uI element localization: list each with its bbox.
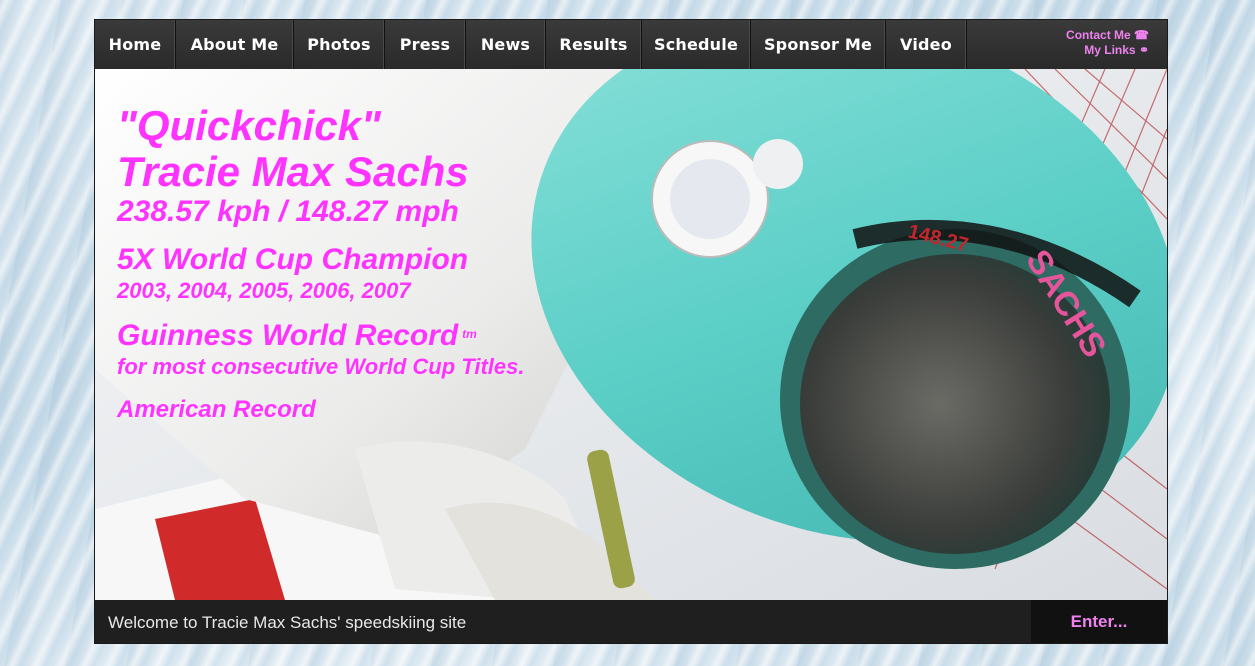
- my-links-label: My Links: [1084, 43, 1136, 57]
- nav-sponsor-me[interactable]: Sponsor Me: [751, 20, 886, 69]
- guinness-description: for most consecutive World Cup Titles.: [117, 354, 525, 379]
- my-links-link[interactable]: My Links ⚭: [1066, 43, 1149, 58]
- nav-about-me[interactable]: About Me: [176, 20, 294, 69]
- welcome-text: Welcome to Tracie Max Sachs' speedskiing…: [108, 613, 467, 632]
- nav-video[interactable]: Video: [886, 20, 967, 69]
- guinness-title: Guinness World Record tm: [117, 319, 524, 353]
- hero-headline: "Quickchick" Tracie Max Sachs 238.57 kph…: [117, 103, 524, 425]
- link-icon: ⚭: [1138, 43, 1149, 57]
- main-nav: Home About Me Photos Press News Results …: [95, 20, 1167, 69]
- champion-years: 2003, 2004, 2005, 2006, 2007: [117, 278, 411, 303]
- site-frame: Home About Me Photos Press News Results …: [94, 19, 1168, 644]
- nav-photos[interactable]: Photos: [294, 20, 385, 69]
- athlete-name: Tracie Max Sachs: [117, 148, 469, 195]
- nav-press[interactable]: Press: [385, 20, 466, 69]
- nav-schedule[interactable]: Schedule: [642, 20, 751, 69]
- trademark-mark: tm: [462, 327, 477, 341]
- nav-contact-links: Contact Me ☎ My Links ⚭: [1066, 28, 1149, 58]
- contact-me-label: Contact Me: [1066, 28, 1131, 42]
- nickname: "Quickchick": [117, 102, 381, 149]
- contact-me-link[interactable]: Contact Me ☎: [1066, 28, 1149, 43]
- footer-bar: Welcome to Tracie Max Sachs' speedskiing…: [95, 600, 1167, 643]
- top-speed: 238.57 kph / 148.27 mph: [117, 195, 459, 228]
- champion-title: 5X World Cup Champion: [117, 243, 469, 276]
- nav-results[interactable]: Results: [546, 20, 642, 69]
- nav-home[interactable]: Home: [95, 20, 176, 69]
- american-record: American Record: [117, 396, 316, 423]
- telephone-icon: ☎: [1134, 28, 1149, 42]
- enter-button[interactable]: Enter...: [1031, 600, 1167, 643]
- nav-news[interactable]: News: [466, 20, 546, 69]
- hero-banner: 148.27 SACHS "Quickchick" Tracie Max Sac…: [95, 69, 1167, 600]
- guinness-label: Guinness World Record: [117, 319, 459, 352]
